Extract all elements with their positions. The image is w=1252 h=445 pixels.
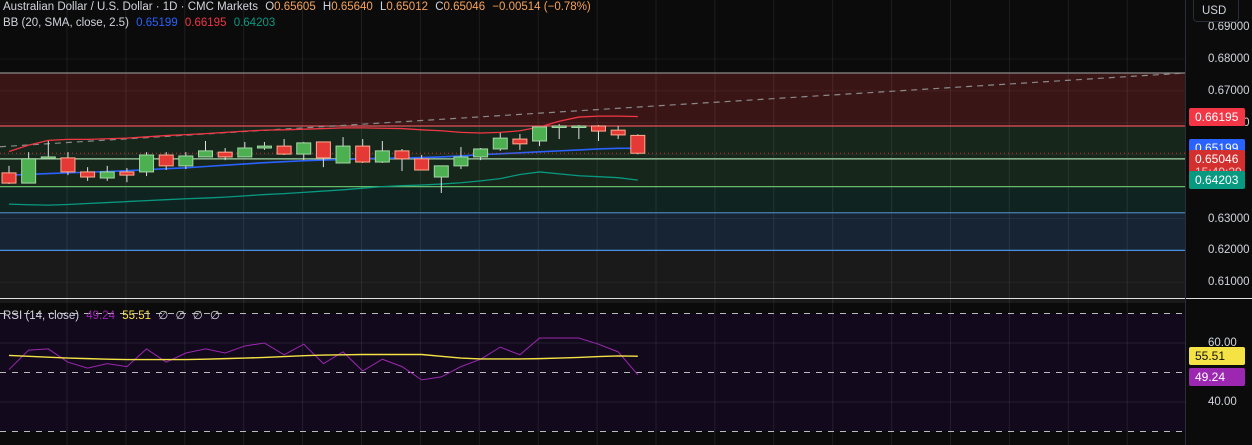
candle-up [433, 165, 449, 178]
rsi-ma-value: 55.51 [122, 310, 152, 322]
rsi-extra-value: ∅ [158, 310, 169, 322]
candle-up [99, 171, 115, 179]
candle-up [198, 150, 213, 158]
candle-up [532, 126, 548, 142]
bb-basis-value: 0.65199 [136, 17, 178, 29]
candle-down [394, 150, 410, 160]
bb-upper-value: 0.66195 [184, 17, 227, 29]
symbol-legend: Australian Dollar / U.S. Dollar · 1D · C… [3, 1, 595, 13]
bb-lower-price-tag: 0.64203 [1189, 171, 1245, 190]
zone-band [0, 73, 1185, 126]
rsi-label: RSI (14, close) [3, 310, 80, 322]
ohlc-open: O0.65605 [265, 1, 316, 13]
candle-down [1, 172, 17, 184]
price-axis-tick: 0.62000 [1208, 244, 1250, 257]
rsi-extra-value: ∅ [175, 310, 186, 322]
ohlc-high: H0.65640 [323, 1, 373, 13]
price-axis-tick: 0.67000 [1208, 84, 1250, 97]
candle-down [80, 171, 96, 178]
rsi-value: 49.24 [86, 310, 116, 322]
candle-up [551, 125, 567, 128]
candle-down [591, 125, 606, 132]
bb-lower-value: 0.64203 [233, 17, 276, 29]
candle-up [571, 125, 587, 128]
open-value: 0.65605 [274, 1, 316, 13]
candle-down [60, 157, 76, 173]
candle-up [21, 158, 37, 184]
bb-label: BB (20, SMA, close, 2.5) [3, 17, 129, 29]
candle-down [355, 145, 371, 163]
low-value: 0.65012 [386, 1, 428, 13]
high-value: 0.65640 [331, 1, 373, 13]
rsi-ma-tag: 55.51 [1189, 347, 1245, 365]
candle-down [315, 141, 331, 159]
candle-up [237, 147, 253, 158]
candle-up [139, 154, 155, 173]
candle-down [217, 151, 233, 158]
bb-upper-price-tag: 0.66195 [1189, 107, 1245, 126]
candle-up [335, 145, 351, 164]
candle-up [40, 156, 56, 159]
rsi-extra-value: ∅ [192, 310, 203, 322]
candle-down [512, 138, 528, 145]
close-value: 0.65046 [443, 1, 486, 13]
candle-up [256, 145, 272, 149]
ohlc-low: L0.65012 [380, 1, 428, 13]
candle-up [492, 137, 508, 150]
rsi-extra-value: ∅ [209, 310, 220, 322]
candle-up [374, 150, 390, 163]
change-value: −0.00514 (−0.78%) [492, 1, 591, 13]
candle-up [296, 142, 312, 155]
candle-down [630, 134, 646, 154]
open-label: O [265, 1, 275, 13]
candle-down [414, 158, 430, 171]
bb-legend[interactable]: BB (20, SMA, close, 2.5) 0.65199 0.66195… [3, 17, 279, 29]
symbol-title: Australian Dollar / U.S. Dollar · 1D · C… [3, 1, 258, 13]
candle-down [158, 154, 174, 167]
price-axis-tick: 0.68000 [1208, 53, 1250, 65]
zone-band [0, 250, 1185, 304]
candle-up [473, 148, 489, 158]
candle-down [119, 171, 135, 176]
price-axis-tick: 0.69000 [1208, 21, 1250, 34]
candle-down [610, 129, 626, 136]
rsi-tag: 49.24 [1189, 368, 1245, 386]
ohlc-close: C0.65046 [435, 1, 485, 13]
close-label: C [435, 1, 444, 13]
rsi-axis-tick: 40.00 [1208, 396, 1237, 408]
candle-up [453, 156, 469, 167]
high-label: H [322, 1, 332, 13]
price-axis-tick: 0.63000 [1208, 212, 1250, 225]
rsi-legend[interactable]: RSI (14, close) 49.24 55.51 ∅ ∅ ∅ ∅ [3, 308, 224, 322]
chart-canvas[interactable] [0, 0, 1252, 445]
currency-button[interactable]: USD [1193, 0, 1239, 22]
price-axis-tick: 0.61000 [1208, 276, 1250, 289]
candle-up [178, 155, 194, 167]
candle-down [276, 145, 292, 155]
